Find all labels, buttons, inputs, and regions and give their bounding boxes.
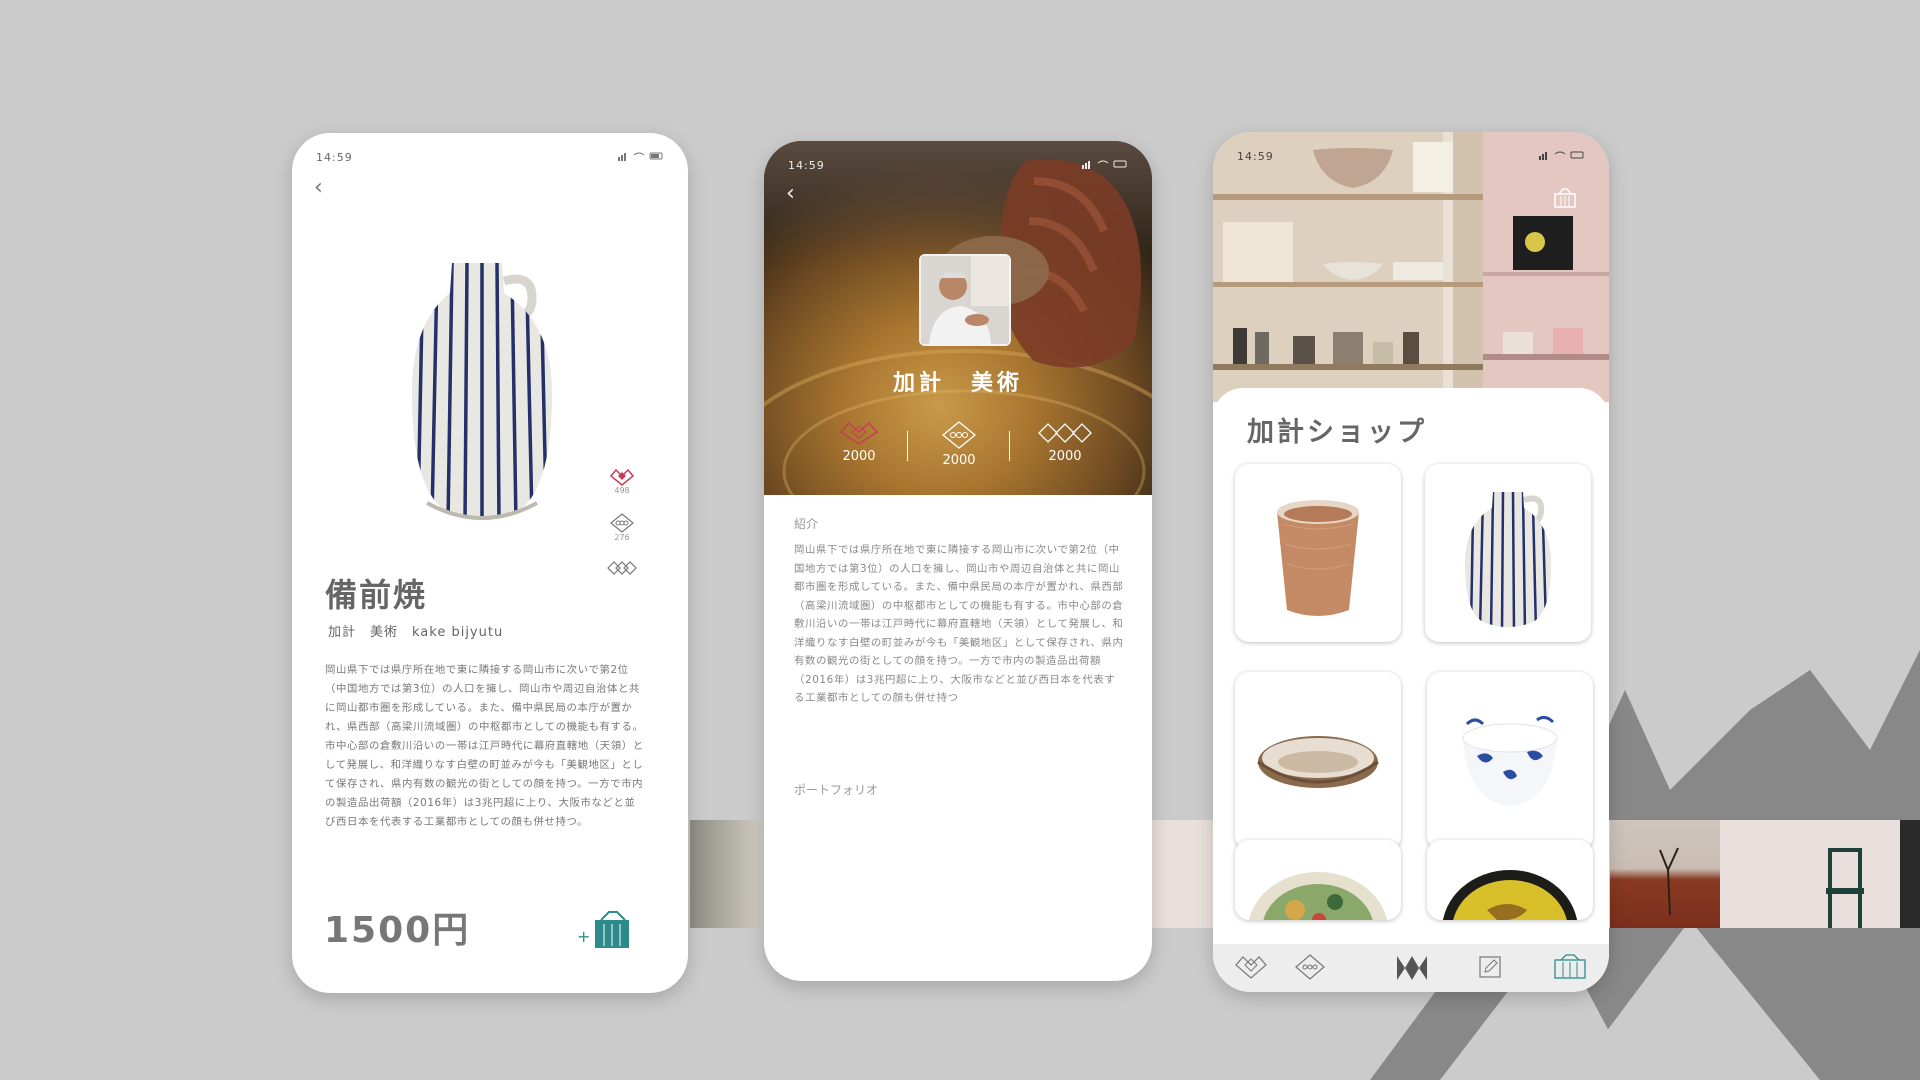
status-time: 14:59 [1237,150,1274,163]
stat-divider [1009,431,1010,461]
status-icons [1539,150,1585,163]
product-detail-screen: 14:59 ‹ 498 276 備前焼 加計 美術 kake bijyutu 岡… [292,133,688,993]
like-count: 498 [614,486,630,495]
shopping-bag-plus-icon[interactable]: + [577,908,633,952]
shop-panel: 加計ショップ [1213,388,1609,992]
artist-avatar[interactable] [919,254,1011,346]
strip-photo-chair-2[interactable] [1720,820,1920,928]
intro-label: 紹介 [794,517,819,531]
heart-diamond-icon[interactable] [610,468,634,486]
stat-followers[interactable]: 2000 [1020,421,1110,464]
stat-likes[interactable]: 2000 [814,421,904,464]
status-time: 14:59 [788,159,825,172]
status-bar: 14:59 [764,159,1152,175]
tab-heart-diamond-icon[interactable] [1235,954,1267,980]
status-time: 14:59 [316,151,353,164]
diamond-circle-icon [942,421,976,449]
heart-diamond-icon [839,421,879,445]
product-card-cup[interactable] [1235,464,1401,642]
status-icons [1082,159,1128,172]
product-card-bowl[interactable] [1235,672,1401,850]
product-card-striped-vase[interactable] [1425,464,1591,642]
stat-favorites[interactable]: 2000 [914,421,1004,468]
shop-screen: 14:59 加計ショップ [1213,132,1609,992]
product-description: 岡山県下では県庁所在地で東に隣接する岡山市に次いで第2位（中国地方では第3位）の… [325,664,644,828]
status-bar: 14:59 [1213,150,1609,166]
portfolio-label: ポートフォリオ [794,783,879,797]
status-icons [618,151,664,164]
strip-photo-tree-2[interactable] [1610,820,1720,928]
product-card-green-plate[interactable] [1235,840,1401,920]
artist-profile-screen: 14:59 ‹ 加計 美術 2000 2000 2000 紹介 岡山県下では県庁… [764,141,1152,981]
triple-diamond-icon [1038,423,1092,443]
product-image-vase [392,253,572,523]
product-artist: 加計 美術 kake bijyutu [328,625,504,640]
triple-diamond-icon[interactable] [607,560,637,576]
back-chevron-icon[interactable]: ‹ [314,175,323,200]
favorite-count: 276 [614,533,630,542]
tab-diamond-circle-icon[interactable] [1295,954,1325,980]
tab-edit-icon[interactable] [1477,954,1503,980]
svg-text:+: + [577,927,590,946]
bottom-tab-bar [1213,944,1609,992]
status-bar: 14:59 [292,151,688,167]
product-title: 備前焼 [325,576,428,614]
product-stats: 498 276 [602,468,642,576]
stat-likes-value: 2000 [842,449,876,464]
shop-header-photo [1213,132,1609,402]
shop-title: 加計ショップ [1247,417,1427,448]
tab-mountain-logo-icon[interactable] [1395,954,1429,982]
stat-followers-value: 2000 [1048,449,1082,464]
artist-name: 加計 美術 [892,371,1023,396]
product-card-blue-white-bowl[interactable] [1427,672,1593,850]
product-card-yellow-plate[interactable] [1427,840,1593,920]
diamond-circle-icon[interactable] [610,513,634,533]
stat-divider [907,431,908,461]
product-price: 1500円 [324,910,471,951]
stat-favorites-value: 2000 [942,453,976,468]
tab-shop-icon[interactable] [1553,954,1587,980]
intro-text: 岡山県下では県庁所在地で東に隣接する岡山市に次いで第2位（中国地方では第3位）の… [794,544,1124,704]
back-chevron-icon[interactable]: ‹ [786,181,795,206]
shop-icon[interactable] [1553,188,1577,208]
